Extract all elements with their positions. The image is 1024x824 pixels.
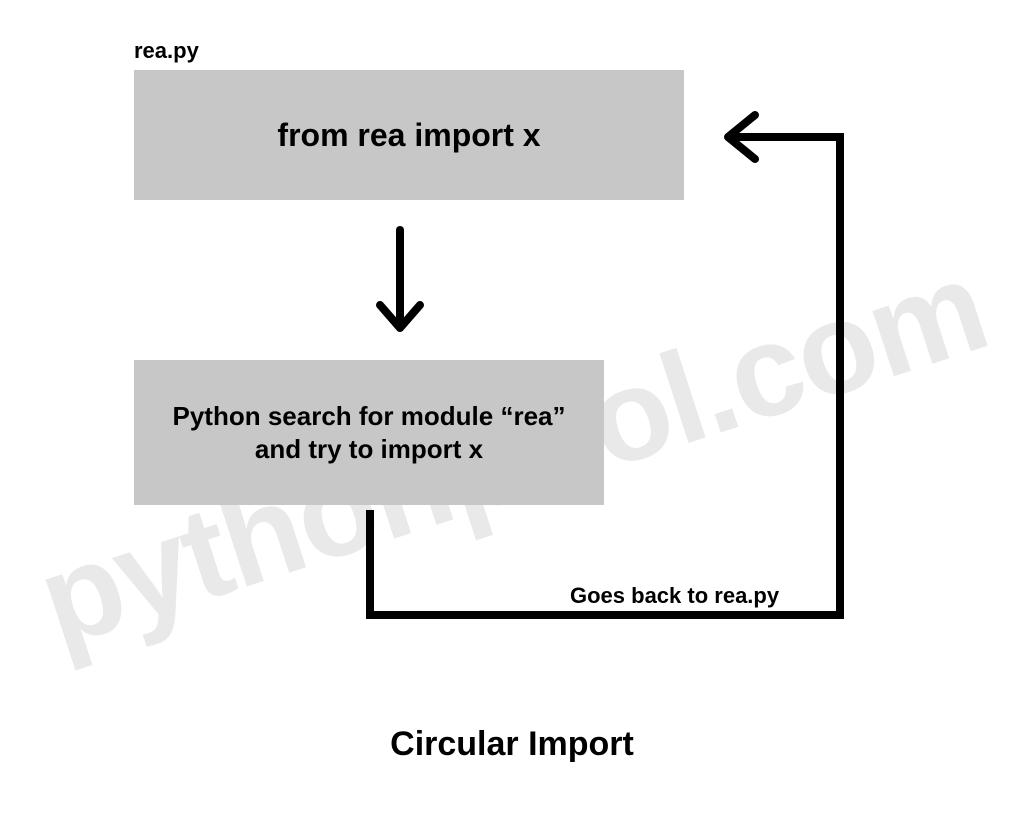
goes-back-label: Goes back to rea.py — [570, 583, 779, 609]
diagram-title: Circular Import — [0, 725, 1024, 764]
diagram-stage: rea.py from rea import x Python search f… — [0, 0, 1024, 824]
loop-connector-icon — [0, 0, 1024, 824]
